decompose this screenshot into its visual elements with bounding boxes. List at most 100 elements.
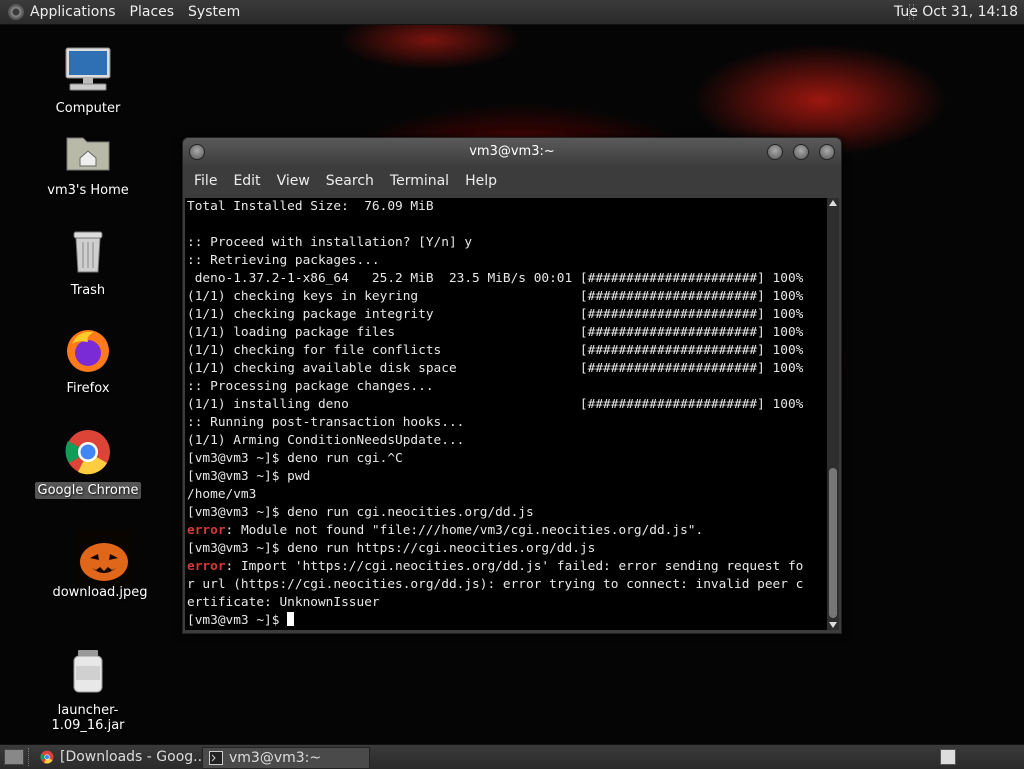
terminal-line: error: Import 'https://cgi.neocities.org… (187, 558, 827, 576)
terminal-line: :: Proceed with installation? [Y/n] y (187, 234, 827, 252)
terminal-line-text: [vm3@vm3 ~]$ deno run https://cgi.neocit… (187, 541, 596, 556)
terminal-cursor (287, 612, 295, 626)
taskbar-item-chrome[interactable]: [Downloads - Goog... (34, 747, 220, 767)
scroll-down-icon[interactable] (829, 622, 837, 628)
terminal-line-text: ertificate: UnknownIssuer (187, 595, 380, 610)
desktop-icon-label: launcher-1.09_16.jar (51, 703, 125, 733)
terminal-line: Total Installed Size: 76.09 MiB (187, 198, 827, 216)
taskbar-item-label: vm3@vm3:~ (229, 750, 322, 766)
terminal-line-text (187, 217, 195, 232)
workspace-switcher[interactable] (940, 749, 956, 765)
terminal-line-text: (1/1) installing deno [#################… (187, 397, 804, 412)
terminal-line-text: :: Proceed with installation? [Y/n] y (187, 235, 473, 250)
terminal-line-text: [vm3@vm3 ~]$ deno run cgi.^C (187, 451, 403, 466)
desktop-icon-chrome[interactable]: Google Chrome (28, 428, 148, 499)
terminal-text: Total Installed Size: 76.09 MiB :: Proce… (185, 198, 827, 630)
terminal-line-text: : Import 'https://cgi.neocities.org/dd.j… (225, 559, 804, 574)
terminal-output[interactable]: Total Installed Size: 76.09 MiB :: Proce… (185, 198, 827, 630)
system-menu[interactable]: System (188, 4, 240, 20)
terminal-line-text: :: Retrieving packages... (187, 253, 380, 268)
desktop-icon-download-jpeg[interactable]: download.jpeg (40, 530, 160, 601)
terminal-line: [vm3@vm3 ~]$ deno run cgi.^C (187, 450, 827, 468)
terminal-line-text: [vm3@vm3 ~]$ pwd (187, 469, 311, 484)
top-panel: Applications Places System Tue Oct 31, 1… (0, 0, 1024, 25)
window-title: vm3@vm3:~ (469, 144, 555, 159)
image-file-icon (76, 530, 132, 586)
terminal-line: (1/1) loading package files [###########… (187, 324, 827, 342)
scroll-up-icon[interactable] (829, 200, 837, 206)
terminal-window[interactable]: vm3@vm3:~ File Edit View Search Terminal… (182, 137, 842, 634)
taskbar-item-terminal[interactable]: vm3@vm3:~ (202, 747, 370, 769)
terminal-line: [vm3@vm3 ~]$ (187, 612, 827, 630)
menu-view[interactable]: View (269, 173, 318, 189)
terminal-line: ertificate: UnknownIssuer (187, 594, 827, 612)
terminal-line-text: r url (https://cgi.neocities.org/dd.js):… (187, 577, 804, 592)
error-label: error (187, 559, 226, 574)
terminal-line-text: :: Running post-transaction hooks... (187, 415, 465, 430)
home-folder-icon (64, 128, 112, 176)
chrome-icon (40, 750, 54, 764)
menu-help[interactable]: Help (457, 173, 505, 189)
terminal-line: /home/vm3 (187, 486, 827, 504)
terminal-line: :: Processing package changes... (187, 378, 827, 396)
terminal-line-text: : Module not found "file:///home/vm3/cgi… (225, 523, 704, 538)
terminal-line: [vm3@vm3 ~]$ deno run cgi.neocities.org/… (187, 504, 827, 522)
desktop-icon-label: vm3's Home (47, 183, 129, 198)
desktop-icon-launcher-jar[interactable]: launcher-1.09_16.jar (28, 648, 148, 734)
terminal-line-text: (1/1) checking for file conflicts [#####… (187, 343, 804, 358)
terminal-line-text: :: Processing package changes... (187, 379, 434, 394)
terminal-line: (1/1) Arming ConditionNeedsUpdate... (187, 432, 827, 450)
minimize-icon[interactable] (767, 144, 783, 160)
panel-separator (28, 748, 30, 766)
menu-search[interactable]: Search (318, 173, 382, 189)
desktop-icon-home[interactable]: vm3's Home (28, 128, 148, 199)
terminal-scrollbar[interactable] (827, 198, 839, 630)
maximize-icon[interactable] (793, 144, 809, 160)
bottom-panel: [Downloads - Goog... vm3@vm3:~ (0, 744, 1024, 769)
show-desktop-icon[interactable] (4, 749, 24, 765)
error-label: error (187, 523, 226, 538)
terminal-line-text: (1/1) Arming ConditionNeedsUpdate... (187, 433, 465, 448)
desktop-icon-label: download.jpeg (52, 585, 148, 600)
terminal-line: (1/1) checking available disk space [###… (187, 360, 827, 378)
clock[interactable]: Tue Oct 31, 14:18 (894, 4, 1018, 20)
applications-menu[interactable]: Applications (30, 4, 116, 20)
terminal-line: deno-1.37.2-1-x86_64 25.2 MiB 23.5 MiB/s… (187, 270, 827, 288)
menu-file[interactable]: File (186, 173, 225, 189)
terminal-menubar: File Edit View Search Terminal Help (183, 166, 841, 196)
terminal-line: (1/1) checking for file conflicts [#####… (187, 342, 827, 360)
terminal-icon (209, 751, 223, 765)
terminal-line-text: (1/1) checking keys in keyring [########… (187, 289, 804, 304)
terminal-line: (1/1) installing deno [#################… (187, 396, 827, 414)
desktop-icon-label: Google Chrome (34, 482, 142, 499)
desktop-icon-label: Computer (55, 101, 121, 116)
chrome-icon (64, 428, 112, 476)
terminal-line-text: [vm3@vm3 ~]$ deno run cgi.neocities.org/… (187, 505, 534, 520)
desktop-icon-firefox[interactable]: Firefox (28, 326, 148, 397)
menu-edit[interactable]: Edit (225, 173, 268, 189)
menu-terminal[interactable]: Terminal (382, 173, 457, 189)
trash-icon (64, 228, 112, 276)
window-menu-icon[interactable] (189, 144, 205, 160)
terminal-line: (1/1) checking package integrity [######… (187, 306, 827, 324)
firefox-icon (64, 326, 112, 374)
distro-logo-icon[interactable] (8, 4, 24, 20)
terminal-line: :: Retrieving packages... (187, 252, 827, 270)
terminal-line-text: deno-1.37.2-1-x86_64 25.2 MiB 23.5 MiB/s… (187, 271, 804, 286)
terminal-line: [vm3@vm3 ~]$ pwd (187, 468, 827, 486)
terminal-line (187, 216, 827, 234)
desktop-icon-label: Firefox (66, 381, 110, 396)
desktop-icon-computer[interactable]: Computer (28, 46, 148, 117)
terminal-line: (1/1) checking keys in keyring [########… (187, 288, 827, 306)
places-menu[interactable]: Places (130, 4, 175, 20)
desktop-icon-trash[interactable]: Trash (28, 228, 148, 299)
computer-icon (64, 46, 112, 94)
scrollbar-thumb[interactable] (829, 468, 837, 618)
desktop-icon-label: Trash (70, 283, 106, 298)
close-icon[interactable] (819, 144, 835, 160)
terminal-line: [vm3@vm3 ~]$ deno run https://cgi.neocit… (187, 540, 827, 558)
jar-file-icon (64, 648, 112, 696)
terminal-line-text: (1/1) loading package files [###########… (187, 325, 804, 340)
window-titlebar[interactable]: vm3@vm3:~ (183, 138, 841, 166)
terminal-line-text: (1/1) checking package integrity [######… (187, 307, 804, 322)
